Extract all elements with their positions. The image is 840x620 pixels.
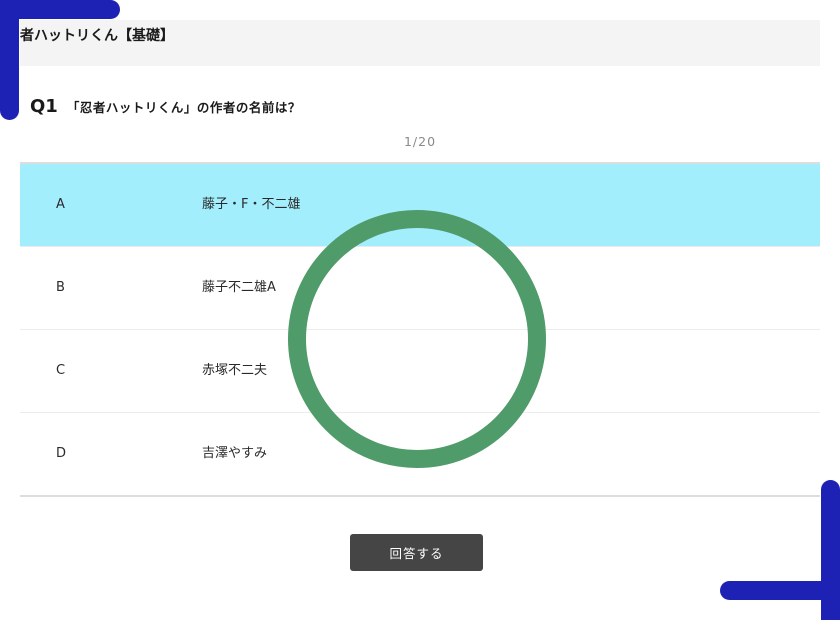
corner-bracket-icon [0, 0, 19, 120]
choice-letter: C [56, 363, 66, 378]
corner-bracket-icon [821, 480, 840, 620]
choice-text: 藤子不二雄A [202, 280, 276, 295]
choice-letter: D [56, 446, 67, 461]
choice-letter: A [56, 197, 65, 212]
quiz-header: 者ハットリくん【基礎】 [20, 20, 820, 66]
choice-letter: B [56, 280, 65, 295]
question: Q1 「忍者ハットリくん」の作者の名前は？ [30, 96, 301, 117]
submit-answer-button[interactable]: 回答する [350, 534, 483, 571]
choice-text: 吉澤やすみ [202, 446, 268, 461]
choice-text: 藤子・F・不二雄 [202, 197, 301, 212]
quiz-title: 者ハットリくん【基礎】 [20, 28, 174, 44]
loading-ring-icon [288, 210, 546, 468]
question-progress: 1/20 [403, 134, 437, 149]
choice-text: 赤塚不二夫 [202, 363, 268, 378]
question-text: 「忍者ハットリくん」の作者の名前は？ [66, 100, 301, 115]
question-number: Q1 [30, 96, 58, 117]
